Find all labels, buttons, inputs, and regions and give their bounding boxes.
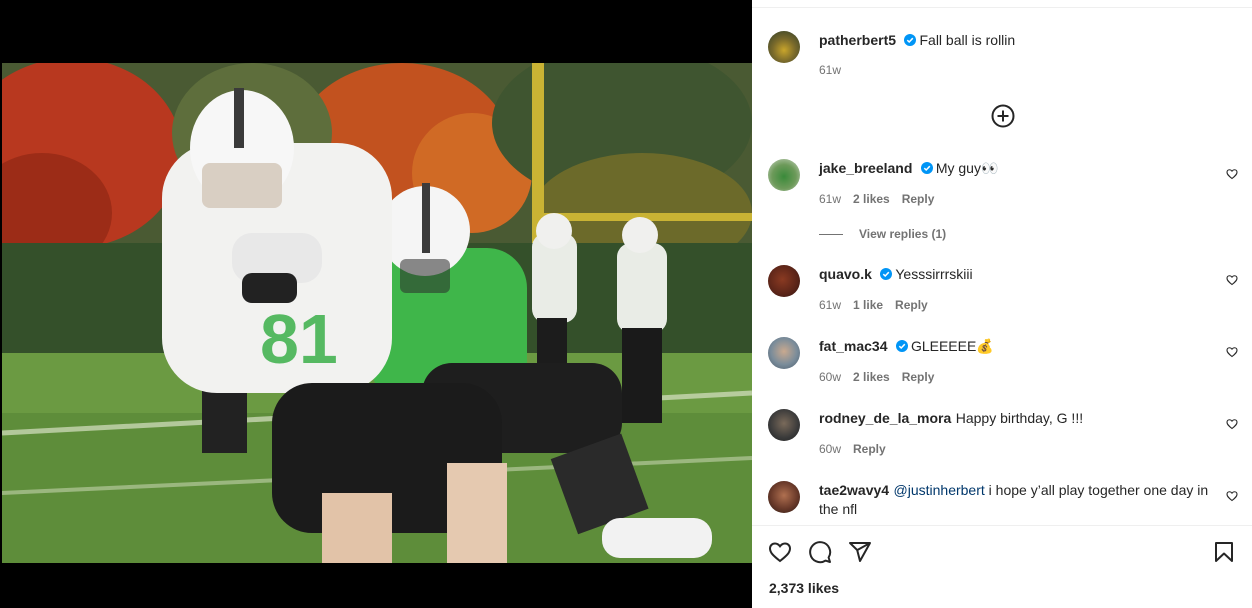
- comment-age[interactable]: 61w: [819, 298, 841, 312]
- caption-text: Fall ball is rollin: [919, 32, 1016, 48]
- verified-badge-icon: [904, 34, 917, 46]
- comment-likes[interactable]: 1 like: [853, 298, 883, 312]
- comment-text: GLEEEEE💰: [910, 338, 994, 354]
- comment-meta: 61w 2 likes Reply: [819, 192, 946, 206]
- comment-meta: 61w 1 like Reply: [819, 298, 940, 312]
- comment-5: tae2wavy4 @justinherbert i hope y’all pl…: [819, 481, 1219, 519]
- view-replies-label: View replies (1): [859, 227, 947, 241]
- like-comment-heart-icon[interactable]: [1226, 490, 1238, 502]
- comment-2: quavo.k Yesssirrrskiii: [819, 265, 1219, 284]
- comment-age[interactable]: 60w: [819, 370, 841, 384]
- comment-3: fat_mac34 GLEEEEE💰: [819, 337, 1219, 356]
- comment-mention[interactable]: @justinherbert: [894, 482, 985, 498]
- comment-1: jake_breeland My guy👀: [819, 159, 1219, 178]
- reply-button[interactable]: Reply: [902, 192, 935, 206]
- verified-badge-icon: [895, 340, 908, 352]
- view-replies-button[interactable]: View replies (1): [819, 227, 946, 241]
- comment-username[interactable]: quavo.k: [819, 266, 872, 282]
- comment-username[interactable]: jake_breeland: [819, 160, 912, 176]
- caption-username[interactable]: patherbert5: [819, 32, 896, 48]
- view-replies-line: [819, 233, 843, 235]
- comment-username[interactable]: tae2wavy4: [819, 482, 889, 498]
- like-comment-heart-icon[interactable]: [1226, 418, 1238, 430]
- comment-avatar[interactable]: [768, 159, 800, 191]
- post-photo[interactable]: 81: [2, 63, 752, 563]
- comment-username[interactable]: fat_mac34: [819, 338, 888, 354]
- football-practice-image: 81: [2, 63, 752, 563]
- comment-age[interactable]: 61w: [819, 192, 841, 206]
- load-more-comments-icon[interactable]: [991, 104, 1015, 128]
- verified-badge-icon: [880, 268, 893, 280]
- comment-text: Yesssirrrskiii: [895, 266, 973, 282]
- comments-panel: patherbert5 Fall ball is rollin 61w jake…: [752, 0, 1252, 608]
- heart-icon[interactable]: [768, 540, 792, 564]
- post-media: 81: [0, 0, 752, 608]
- reply-button[interactable]: Reply: [895, 298, 928, 312]
- comment-4: rodney_de_la_mora Happy birthday, G !!!: [819, 409, 1219, 428]
- author-avatar[interactable]: [768, 31, 800, 63]
- comment-text: Happy birthday, G !!!: [955, 410, 1084, 426]
- bookmark-icon[interactable]: [1212, 540, 1236, 564]
- like-comment-heart-icon[interactable]: [1226, 168, 1238, 180]
- comment-text: My guy👀: [935, 160, 999, 176]
- caption-age[interactable]: 61w: [819, 63, 841, 77]
- likes-count[interactable]: 2,373 likes: [769, 580, 839, 596]
- reply-button[interactable]: Reply: [902, 370, 935, 384]
- post-actions: [768, 540, 872, 564]
- comment-username[interactable]: rodney_de_la_mora: [819, 410, 951, 426]
- caption-meta: 61w: [819, 63, 853, 77]
- comment-icon[interactable]: [808, 540, 832, 564]
- comment-avatar[interactable]: [768, 409, 800, 441]
- comment-avatar[interactable]: [768, 265, 800, 297]
- like-comment-heart-icon[interactable]: [1226, 274, 1238, 286]
- share-icon[interactable]: [848, 540, 872, 564]
- panel-divider-top: [752, 7, 1252, 8]
- like-comment-heart-icon[interactable]: [1226, 346, 1238, 358]
- reply-button[interactable]: Reply: [853, 442, 886, 456]
- comment-avatar[interactable]: [768, 337, 800, 369]
- comment-likes[interactable]: 2 likes: [853, 370, 890, 384]
- verified-badge-icon: [920, 162, 933, 174]
- caption: patherbert5 Fall ball is rollin: [819, 31, 1219, 50]
- comment-meta: 60w 2 likes Reply: [819, 370, 946, 384]
- svg-text:81: 81: [260, 300, 338, 378]
- comment-avatar[interactable]: [768, 481, 800, 513]
- comment-age[interactable]: 60w: [819, 442, 841, 456]
- actions-divider: [752, 525, 1252, 526]
- comment-meta: 60w Reply: [819, 442, 898, 456]
- instagram-post-view: 81 patherbert5 Fall ball is rollin 61w j…: [0, 0, 1252, 608]
- comment-likes[interactable]: 2 likes: [853, 192, 890, 206]
